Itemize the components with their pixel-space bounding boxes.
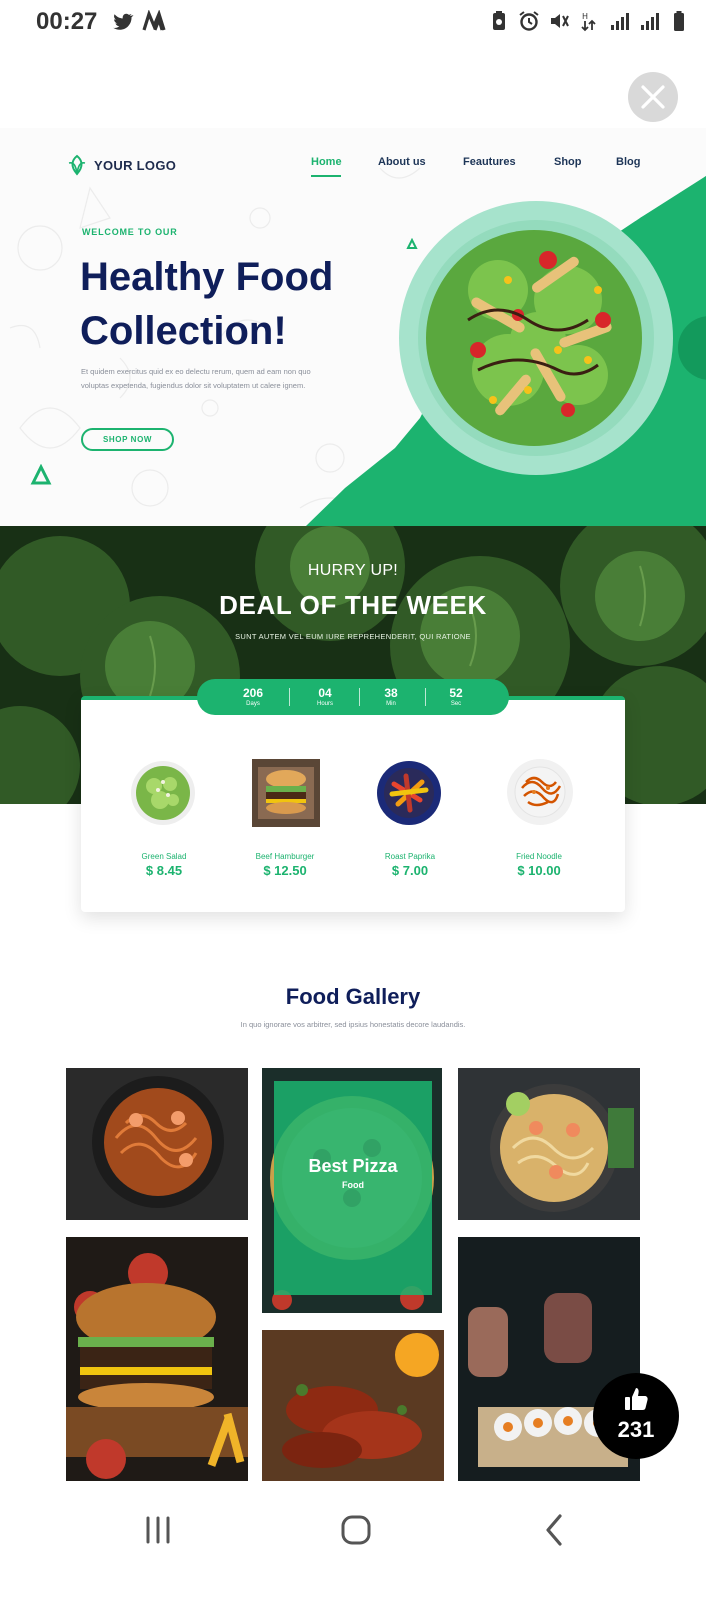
signal-icon xyxy=(611,13,629,30)
roast-paprika-image[interactable] xyxy=(376,760,442,826)
nav-features[interactable]: Feautures xyxy=(463,156,516,168)
featured-title: Best Pizza xyxy=(308,1156,398,1176)
status-icons: H xyxy=(488,10,690,32)
alarm-icon xyxy=(519,11,539,31)
logo[interactable]: YOUR LOGO xyxy=(66,154,176,176)
nav-home[interactable]: Home xyxy=(311,156,342,168)
system-navigation-bar xyxy=(0,1486,720,1600)
deal-subtitle: SUNT AUTEM VEL EUM IURE REPREHENDERIT, Q… xyxy=(235,632,471,641)
close-button[interactable] xyxy=(628,72,678,122)
hero-title-line2: Collection! xyxy=(80,309,287,353)
hero-title-line1: Healthy Food xyxy=(80,255,334,299)
battery-icon xyxy=(674,11,684,31)
gallery-tile-shrimp-noodles[interactable] xyxy=(458,1068,640,1220)
nav-blog[interactable]: Blog xyxy=(616,156,640,168)
countdown-seconds: 52 Sec xyxy=(449,686,463,707)
fried-noodle-image[interactable] xyxy=(506,758,574,826)
signal-icon xyxy=(641,13,659,30)
deal-title: DEAL OF THE WEEK xyxy=(219,590,487,620)
deal-item-name-green-salad: Green Salad xyxy=(141,852,187,861)
deal-item-price-beef-hamburger: $ 12.50 xyxy=(263,863,307,878)
svg-text:H: H xyxy=(582,12,588,21)
gallery-tile-chicken-wings[interactable] xyxy=(262,1330,444,1481)
countdown-minutes: 38 Min xyxy=(384,686,398,707)
back-icon[interactable] xyxy=(524,1510,584,1550)
hero-section: YOUR LOGO Home About us Feautures Shop B… xyxy=(0,128,706,526)
gallery-tile-burger[interactable] xyxy=(66,1237,248,1481)
twitter-icon xyxy=(113,13,134,30)
countdown-separator xyxy=(289,688,290,706)
deal-item-price-fried-noodle: $ 10.00 xyxy=(517,863,561,878)
countdown-separator xyxy=(359,688,360,706)
deal-item-name-fried-noodle: Fried Noodle xyxy=(516,852,562,861)
mute-icon xyxy=(551,14,569,28)
welcome-label: WELCOME TO OUR xyxy=(82,227,178,237)
hero-title: Healthy Food Collection! xyxy=(80,250,400,358)
countdown-timer: 206 Days 04 Hours 38 Min 52 Sec xyxy=(197,679,509,715)
gallery-tile-pasta[interactable] xyxy=(66,1068,248,1220)
deal-eyebrow: HURRY UP! xyxy=(307,562,399,579)
logo-text: YOUR LOGO xyxy=(94,157,177,173)
m-app-icon xyxy=(142,10,166,31)
beef-hamburger-image[interactable] xyxy=(252,759,320,827)
nav-shop[interactable]: Shop xyxy=(554,156,582,168)
battery-saver-icon xyxy=(493,11,505,30)
like-count: 231 xyxy=(617,1417,655,1442)
nav-about[interactable]: About us xyxy=(378,156,426,168)
featured-category: Food xyxy=(342,1180,364,1190)
countdown-days: 206 Days xyxy=(242,686,264,707)
countdown-hours: 04 Hours xyxy=(316,686,333,707)
shop-now-button[interactable]: SHOP NOW xyxy=(81,428,174,451)
home-icon[interactable] xyxy=(326,1510,386,1550)
green-salad-image[interactable] xyxy=(130,760,196,826)
close-icon xyxy=(641,85,665,109)
hero-description: Et quidem exercitus quid ex eo delectu r… xyxy=(81,367,311,390)
recent-apps-icon[interactable] xyxy=(128,1510,188,1550)
gallery-title: Food Gallery xyxy=(285,984,421,1009)
triangle-decoration-icon xyxy=(30,464,52,485)
nav-active-indicator xyxy=(311,175,341,177)
deal-item-price-green-salad: $ 8.45 xyxy=(145,863,183,878)
thumbs-up-icon xyxy=(625,1388,648,1410)
deal-item-name-beef-hamburger: Beef Hamburger xyxy=(255,852,315,861)
deal-item-price-roast-paprika: $ 7.00 xyxy=(391,863,429,878)
status-bar: 00:27 H xyxy=(0,0,720,50)
leaf-logo-icon xyxy=(68,154,86,176)
status-time: 00:27 xyxy=(36,8,98,35)
data-icon: H xyxy=(581,12,596,32)
salad-plate-image xyxy=(399,201,673,475)
deal-item-name-roast-paprika: Roast Paprika xyxy=(384,852,436,861)
like-button[interactable]: 231 xyxy=(593,1373,679,1459)
gallery-subtitle: In quo ignorare vos arbitrer, sed ipsius… xyxy=(240,1020,466,1029)
